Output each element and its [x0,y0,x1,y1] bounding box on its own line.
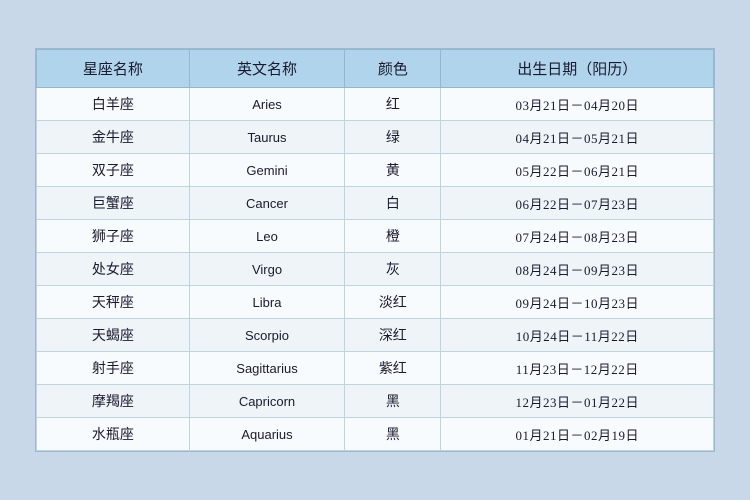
table-row: 摩羯座Capricorn黑12月23日－01月22日 [37,385,714,418]
cell-date: 10月24日－11月22日 [441,319,714,352]
cell-en-name: Gemini [189,154,344,187]
header-zh-name: 星座名称 [37,50,190,88]
cell-en-name: Virgo [189,253,344,286]
cell-en-name: Scorpio [189,319,344,352]
cell-zh-name: 水瓶座 [37,418,190,451]
cell-color: 绿 [345,121,441,154]
cell-date: 06月22日－07月23日 [441,187,714,220]
cell-zh-name: 金牛座 [37,121,190,154]
cell-date: 05月22日－06月21日 [441,154,714,187]
table-row: 天秤座Libra淡红09月24日－10月23日 [37,286,714,319]
cell-zh-name: 狮子座 [37,220,190,253]
cell-color: 橙 [345,220,441,253]
header-color: 颜色 [345,50,441,88]
cell-en-name: Sagittarius [189,352,344,385]
cell-color: 灰 [345,253,441,286]
table-row: 巨蟹座Cancer白06月22日－07月23日 [37,187,714,220]
cell-date: 08月24日－09月23日 [441,253,714,286]
cell-en-name: Capricorn [189,385,344,418]
cell-en-name: Leo [189,220,344,253]
cell-zh-name: 双子座 [37,154,190,187]
cell-date: 09月24日－10月23日 [441,286,714,319]
cell-date: 07月24日－08月23日 [441,220,714,253]
cell-color: 深红 [345,319,441,352]
cell-en-name: Libra [189,286,344,319]
table-row: 金牛座Taurus绿04月21日－05月21日 [37,121,714,154]
cell-date: 03月21日－04月20日 [441,88,714,121]
cell-zh-name: 巨蟹座 [37,187,190,220]
cell-en-name: Aquarius [189,418,344,451]
table-row: 双子座Gemini黄05月22日－06月21日 [37,154,714,187]
cell-date: 11月23日－12月22日 [441,352,714,385]
header-date: 出生日期（阳历） [441,50,714,88]
cell-color: 白 [345,187,441,220]
cell-en-name: Aries [189,88,344,121]
cell-en-name: Cancer [189,187,344,220]
table-row: 处女座Virgo灰08月24日－09月23日 [37,253,714,286]
cell-color: 黑 [345,418,441,451]
cell-en-name: Taurus [189,121,344,154]
cell-date: 01月21日－02月19日 [441,418,714,451]
header-en-name: 英文名称 [189,50,344,88]
table-body: 白羊座Aries红03月21日－04月20日金牛座Taurus绿04月21日－0… [37,88,714,451]
table-row: 水瓶座Aquarius黑01月21日－02月19日 [37,418,714,451]
cell-color: 红 [345,88,441,121]
cell-date: 04月21日－05月21日 [441,121,714,154]
cell-color: 淡红 [345,286,441,319]
table-row: 射手座Sagittarius紫红11月23日－12月22日 [37,352,714,385]
table-row: 狮子座Leo橙07月24日－08月23日 [37,220,714,253]
table-row: 天蝎座Scorpio深红10月24日－11月22日 [37,319,714,352]
cell-zh-name: 射手座 [37,352,190,385]
cell-date: 12月23日－01月22日 [441,385,714,418]
cell-zh-name: 摩羯座 [37,385,190,418]
zodiac-table: 星座名称 英文名称 颜色 出生日期（阳历） 白羊座Aries红03月21日－04… [36,49,714,451]
table-header-row: 星座名称 英文名称 颜色 出生日期（阳历） [37,50,714,88]
cell-zh-name: 处女座 [37,253,190,286]
cell-zh-name: 白羊座 [37,88,190,121]
cell-zh-name: 天蝎座 [37,319,190,352]
cell-color: 黑 [345,385,441,418]
cell-color: 紫红 [345,352,441,385]
cell-zh-name: 天秤座 [37,286,190,319]
cell-color: 黄 [345,154,441,187]
zodiac-table-container: 星座名称 英文名称 颜色 出生日期（阳历） 白羊座Aries红03月21日－04… [35,48,715,452]
table-row: 白羊座Aries红03月21日－04月20日 [37,88,714,121]
